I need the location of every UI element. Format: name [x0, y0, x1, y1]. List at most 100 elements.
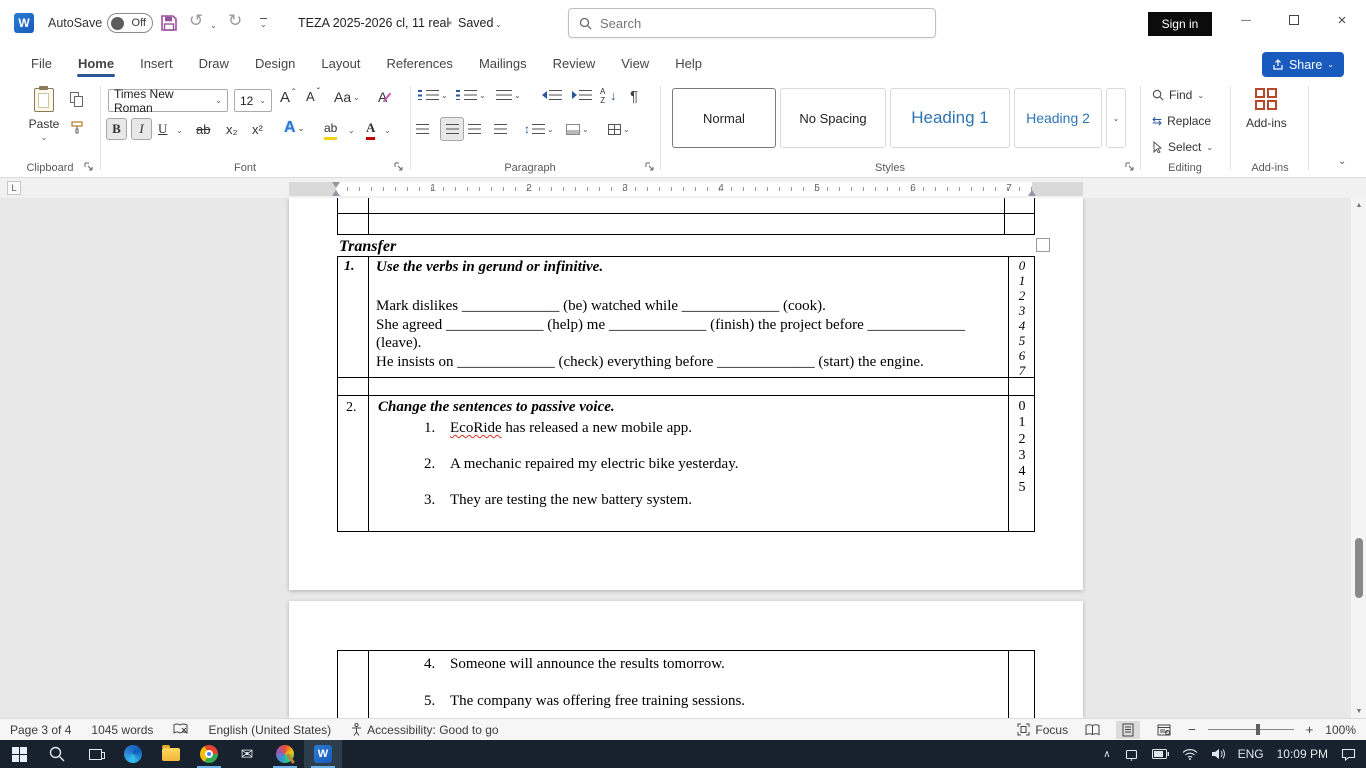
clock[interactable]: 10:09 PM: [1277, 747, 1328, 761]
tab-mailings[interactable]: Mailings: [466, 50, 540, 77]
vertical-scrollbar[interactable]: ▲ ▼: [1350, 198, 1366, 718]
align-center-button[interactable]: [440, 117, 464, 141]
change-case-button[interactable]: Aa⌄: [334, 89, 360, 105]
add-ins-button[interactable]: Add-ins: [1246, 88, 1287, 130]
sentence-text[interactable]: The company was offering free training s…: [450, 693, 745, 710]
tray-expand-chevron-icon[interactable]: ∧: [1103, 749, 1110, 760]
mail-button[interactable]: ✉: [228, 740, 266, 768]
chrome-button[interactable]: [190, 740, 228, 768]
word-count[interactable]: 1045 words: [91, 723, 153, 737]
exercise2-item4[interactable]: 4. Someone will announce the results tom…: [424, 656, 725, 673]
style-no-spacing[interactable]: No Spacing: [780, 88, 886, 148]
exercise2-item2[interactable]: 2. A mechanic repaired my electric bike …: [424, 456, 738, 473]
shrink-font-button[interactable]: Aˇ: [306, 89, 320, 104]
style-heading1[interactable]: Heading 1: [890, 88, 1010, 148]
zoom-in-button[interactable]: +: [1306, 722, 1314, 737]
sort-button[interactable]: AZ: [600, 88, 605, 104]
undo-icon[interactable]: ↺: [189, 11, 203, 31]
style-heading2[interactable]: Heading 2: [1014, 88, 1102, 148]
customize-toolbar-icon[interactable]: ⌄: [260, 18, 267, 29]
task-view-button[interactable]: [76, 740, 114, 768]
format-painter-button[interactable]: [70, 120, 84, 134]
sentence-text[interactable]: has released a new mobile app.: [502, 420, 692, 436]
zoom-level[interactable]: 100%: [1325, 723, 1356, 737]
search-input[interactable]: [600, 16, 900, 31]
exercise2-number[interactable]: 2.: [346, 400, 357, 416]
zoom-slider[interactable]: [1208, 729, 1294, 730]
tab-draw[interactable]: Draw: [186, 50, 242, 77]
underline-chevron-icon[interactable]: ⌄: [176, 126, 183, 135]
exercise2-item5[interactable]: 5. The company was offering free trainin…: [424, 693, 745, 710]
page-1[interactable]: Transfer 1. Use the verbs in gerund or i…: [289, 198, 1083, 590]
strikethrough-button[interactable]: ab: [196, 118, 210, 140]
sign-in-button[interactable]: Sign in: [1148, 12, 1212, 36]
exercise2-item3[interactable]: 3. They are testing the new battery syst…: [424, 492, 692, 509]
text-effects-button[interactable]: A⌄: [284, 116, 304, 140]
wifi-icon[interactable]: [1182, 748, 1198, 760]
tab-design[interactable]: Design: [242, 50, 308, 77]
paint-button[interactable]: [266, 740, 304, 768]
highlight-button[interactable]: ab: [324, 118, 337, 140]
pilcrow-button[interactable]: ¶: [630, 88, 638, 105]
shading-button[interactable]: ⌄: [566, 118, 589, 140]
exercise1-table[interactable]: 1. Use the verbs in gerund or infinitive…: [337, 256, 1035, 378]
search-bar[interactable]: [568, 8, 936, 38]
align-left-button[interactable]: [416, 118, 429, 140]
font-color-button[interactable]: A: [366, 118, 375, 140]
tab-help[interactable]: Help: [662, 50, 715, 77]
font-name-combo[interactable]: Times New Roman⌄: [108, 89, 228, 112]
exercise1-line4[interactable]: He insists on _____________ (check) ever…: [376, 353, 1004, 372]
taskbar-search-button[interactable]: [38, 740, 76, 768]
zoom-slider-thumb[interactable]: [1256, 724, 1260, 735]
justify-button[interactable]: [494, 118, 507, 140]
exercise2-item1[interactable]: 1. EcoRide has released a new mobile app…: [424, 420, 692, 437]
subscript-button[interactable]: x₂: [226, 118, 238, 140]
action-center-icon[interactable]: [1341, 748, 1356, 761]
decrease-indent-button[interactable]: [542, 90, 562, 100]
copy-button[interactable]: [70, 92, 79, 103]
exercise1-number[interactable]: 1.: [344, 259, 355, 275]
grow-font-button[interactable]: Aˆ: [280, 89, 295, 106]
save-icon[interactable]: [160, 14, 178, 32]
accessibility-status[interactable]: Accessibility: Good to go: [351, 723, 498, 737]
transfer-heading[interactable]: Transfer: [339, 238, 396, 256]
battery-icon[interactable]: [1152, 749, 1169, 759]
styles-more-button[interactable]: ⌄: [1106, 88, 1126, 148]
zoom-out-button[interactable]: −: [1188, 722, 1196, 737]
language-tray[interactable]: ENG: [1238, 747, 1264, 761]
print-layout-button[interactable]: [1116, 721, 1140, 739]
document-canvas[interactable]: Transfer 1. Use the verbs in gerund or i…: [0, 198, 1366, 718]
first-line-indent-marker[interactable]: [332, 182, 340, 188]
tab-file[interactable]: File: [18, 50, 65, 77]
tab-home[interactable]: Home: [65, 50, 127, 77]
read-mode-button[interactable]: [1080, 721, 1104, 739]
word-taskbar-button[interactable]: W: [304, 740, 342, 768]
start-button[interactable]: [0, 740, 38, 768]
clear-formatting-button[interactable]: A: [378, 89, 388, 105]
tab-view[interactable]: View: [608, 50, 662, 77]
font-size-combo[interactable]: 12⌄: [234, 89, 272, 112]
scrollbar-thumb[interactable]: [1355, 538, 1363, 598]
bold-button[interactable]: B: [106, 118, 127, 140]
bullets-button[interactable]: ⌄: [418, 90, 448, 100]
restore-button[interactable]: [1272, 0, 1316, 40]
right-indent-marker[interactable]: [1028, 190, 1036, 196]
multilevel-list-button[interactable]: ⌄: [496, 90, 521, 100]
autosave-toggle[interactable]: Off: [107, 13, 153, 33]
clipboard-dialog-launcher-icon[interactable]: [84, 162, 94, 172]
spacer-row[interactable]: [337, 378, 1035, 396]
exercise1-line1[interactable]: Mark dislikes _____________ (be) watched…: [376, 297, 1004, 316]
proofing-errors-icon[interactable]: [173, 723, 188, 736]
close-button[interactable]: ×: [1320, 0, 1364, 40]
exercise1-line3[interactable]: (leave).: [376, 334, 1004, 353]
undo-chevron-icon[interactable]: ⌄: [210, 21, 217, 30]
redo-icon[interactable]: ↻: [228, 11, 242, 31]
tab-layout[interactable]: Layout: [308, 50, 373, 77]
tab-insert[interactable]: Insert: [127, 50, 186, 77]
scroll-up-arrow[interactable]: ▲: [1351, 198, 1366, 212]
styles-dialog-launcher-icon[interactable]: [1125, 162, 1135, 172]
sentence-text[interactable]: They are testing the new battery system.: [450, 492, 692, 509]
tab-references[interactable]: References: [373, 50, 465, 77]
paste-button[interactable]: Paste ⌄: [22, 88, 66, 142]
exercise2-title[interactable]: Change the sentences to passive voice.: [378, 399, 615, 416]
